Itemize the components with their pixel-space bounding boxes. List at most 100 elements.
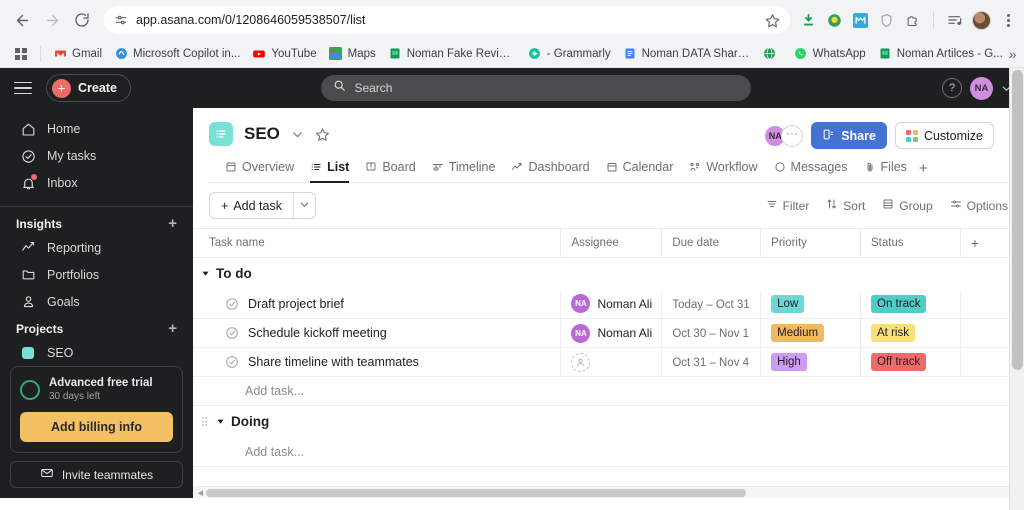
table-horizontal-scrollbar[interactable]: ◀ ▶ <box>193 486 1024 498</box>
extension-blue-icon[interactable] <box>852 12 869 29</box>
bookmark-youtube[interactable]: YouTube <box>246 44 322 64</box>
star-icon[interactable] <box>765 13 780 28</box>
bookmark-maps[interactable]: Maps <box>323 44 382 64</box>
tab-board[interactable]: Board <box>365 155 416 183</box>
status-cell[interactable]: On track <box>860 289 961 319</box>
add-task-cell[interactable]: Add task... <box>193 376 1024 406</box>
share-button[interactable]: Share <box>811 122 887 149</box>
column-header-priority[interactable]: Priority <box>760 228 862 258</box>
address-bar[interactable]: app.asana.com/0/1208646059538507/list <box>104 6 790 34</box>
bookmark-noman-data-sharing[interactable]: Noman DATA Sharin... <box>617 44 757 64</box>
filter-button[interactable]: Filter <box>766 198 809 213</box>
bookmark-whatsapp[interactable]: WhatsApp <box>788 44 872 64</box>
table-row[interactable]: Draft project brief NA Noman Ali Today –… <box>193 289 1024 319</box>
chevron-down-icon[interactable] <box>291 128 304 141</box>
bookmark-noman-fake-review[interactable]: Noman Fake Review... <box>382 44 522 64</box>
priority-cell[interactable]: Medium <box>760 318 862 348</box>
split-screen-icon[interactable] <box>946 12 963 29</box>
status-cell[interactable]: Off track <box>860 347 961 377</box>
customize-button[interactable]: Customize <box>894 122 994 149</box>
priority-cell[interactable]: High <box>760 347 862 377</box>
bookmark-copilot[interactable]: Microsoft Copilot in... <box>108 44 246 64</box>
column-header-assignee[interactable]: Assignee <box>560 228 663 258</box>
add-task-row[interactable]: Add task... <box>193 376 1024 406</box>
options-button[interactable]: Options <box>950 198 1008 213</box>
column-header-task-name[interactable]: Task name <box>193 228 562 258</box>
page-scrollbar-thumb[interactable] <box>1012 70 1023 370</box>
tab-messages[interactable]: Messages <box>774 155 848 183</box>
download-icon[interactable] <box>800 12 817 29</box>
scroll-left-arrow-icon[interactable]: ◀ <box>195 489 206 497</box>
complete-task-icon[interactable] <box>225 355 239 369</box>
apps-grid-icon[interactable] <box>8 47 34 60</box>
group-button[interactable]: Group <box>882 198 933 213</box>
search-input[interactable]: Search <box>321 75 752 101</box>
bookmark-globe[interactable] <box>757 44 788 64</box>
add-insight-button[interactable]: + <box>168 216 177 231</box>
sort-button[interactable]: Sort <box>826 198 865 213</box>
chevron-down-icon[interactable] <box>216 417 225 426</box>
kebab-menu-icon[interactable] <box>1000 13 1016 27</box>
complete-task-icon[interactable] <box>225 297 239 311</box>
drag-handle-icon[interactable] <box>201 416 210 427</box>
bookmark-gmail[interactable]: Gmail <box>47 44 108 64</box>
assign-user-icon[interactable] <box>571 352 591 372</box>
task-name-cell[interactable]: Draft project brief <box>193 289 562 319</box>
scrollbar-thumb[interactable] <box>206 488 746 497</box>
sidebar-item-goals[interactable]: Goals <box>6 290 187 313</box>
add-task-dropdown-button[interactable] <box>292 193 315 218</box>
bookmarks-overflow-button[interactable]: » <box>1009 46 1021 62</box>
tab-dashboard[interactable]: Dashboard <box>511 155 590 183</box>
tab-files[interactable]: Files <box>864 155 907 183</box>
table-row[interactable]: Schedule kickoff meeting NA Noman Ali Oc… <box>193 318 1024 348</box>
sidebar-item-reporting[interactable]: Reporting <box>6 237 187 260</box>
add-task-cell[interactable]: Add task... <box>193 437 1024 467</box>
assignee-cell[interactable]: NA Noman Ali <box>560 318 663 348</box>
group-header-row[interactable]: Doing <box>193 406 1024 438</box>
create-button[interactable]: + Create <box>46 74 131 102</box>
help-icon[interactable]: ? <box>942 78 962 98</box>
task-name-cell[interactable]: Schedule kickoff meeting <box>193 318 562 348</box>
site-settings-icon[interactable] <box>114 13 128 27</box>
due-date-cell[interactable]: Oct 30 – Nov 1 <box>661 318 762 348</box>
user-avatar[interactable]: NA <box>970 76 993 100</box>
due-date-cell[interactable]: Today – Oct 31 <box>661 289 762 319</box>
status-cell[interactable]: At risk <box>860 318 961 348</box>
tab-workflow[interactable]: Workflow <box>689 155 758 183</box>
star-outline-icon[interactable] <box>315 127 330 142</box>
tab-list[interactable]: List <box>310 155 350 183</box>
extension-green-icon[interactable] <box>826 12 843 29</box>
column-header-status[interactable]: Status <box>860 228 961 258</box>
chevron-down-icon[interactable] <box>201 269 210 278</box>
due-date-cell[interactable]: Oct 31 – Nov 4 <box>661 347 762 377</box>
assignee-cell[interactable]: NA Noman Ali <box>560 289 663 319</box>
sidebar-item-home[interactable]: Home <box>6 118 187 141</box>
sidebar-item-portfolios[interactable]: Portfolios <box>6 263 187 286</box>
tab-timeline[interactable]: Timeline <box>432 155 495 183</box>
add-task-row[interactable]: Add task... <box>193 437 1024 467</box>
more-members-button[interactable]: ··· <box>781 124 804 147</box>
sidebar-item-seo[interactable]: SEO <box>6 341 187 364</box>
extension-outline-icon[interactable] <box>904 12 921 29</box>
bookmark-grammarly[interactable]: - Grammarly <box>522 44 617 64</box>
table-row[interactable]: Share timeline with teammates Oct 31 – N… <box>193 347 1024 377</box>
hamburger-menu-icon[interactable] <box>12 78 34 99</box>
add-tab-button[interactable]: + <box>919 160 928 177</box>
complete-task-icon[interactable] <box>225 326 239 340</box>
invite-teammates-button[interactable]: Invite teammates <box>10 461 183 488</box>
add-task-button[interactable]: + Add task <box>210 193 293 218</box>
profile-avatar[interactable] <box>972 10 991 30</box>
add-billing-info-button[interactable]: Add billing info <box>20 412 173 443</box>
assignee-cell[interactable] <box>560 347 663 377</box>
tab-overview[interactable]: Overview <box>225 155 294 183</box>
page-scrollbar[interactable] <box>1009 68 1024 510</box>
tab-calendar[interactable]: Calendar <box>606 155 673 183</box>
add-project-button[interactable]: + <box>168 321 177 336</box>
bookmark-noman-articles[interactable]: Noman Artilces - G... <box>872 44 1009 64</box>
sidebar-item-inbox[interactable]: Inbox <box>6 172 187 195</box>
priority-cell[interactable]: Low <box>760 289 862 319</box>
scrollbar-track[interactable] <box>206 487 1011 499</box>
group-header-row[interactable]: To do <box>193 258 1024 290</box>
sidebar-item-my-tasks[interactable]: My tasks <box>6 145 187 168</box>
column-header-due-date[interactable]: Due date <box>661 228 762 258</box>
